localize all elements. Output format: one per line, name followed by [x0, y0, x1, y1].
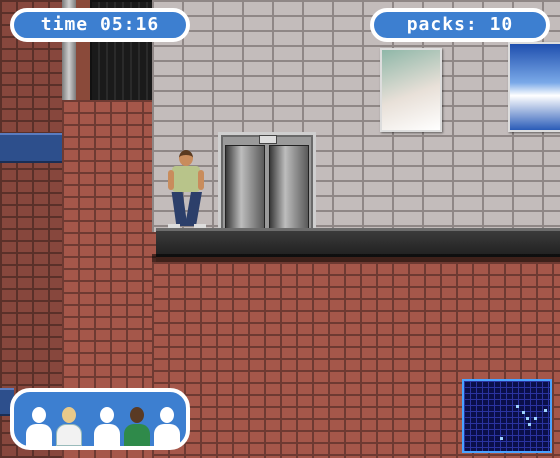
- minimap-marker: [534, 417, 537, 420]
- blue-poster: [508, 42, 560, 132]
- graffiti-poster: [380, 48, 442, 132]
- player-character: [166, 150, 208, 230]
- packs-value: 10: [489, 14, 514, 35]
- elevator-door-right: [269, 145, 309, 231]
- rooftop-ledge: [156, 228, 560, 257]
- minimap-marker: [500, 437, 503, 440]
- timer-display: time 05:16: [10, 8, 190, 42]
- character-slot-3[interactable]: [94, 407, 120, 446]
- left-blue-awning: [0, 133, 62, 163]
- minimap-marker: [522, 411, 525, 414]
- minimap-marker: [528, 423, 531, 426]
- minimap: [462, 379, 552, 453]
- ledge-shadow: [152, 254, 560, 262]
- elevator[interactable]: [218, 132, 316, 234]
- character-slot-5[interactable]: [154, 407, 180, 446]
- packs-counter: packs: 10: [370, 8, 550, 42]
- minimap-marker: [544, 409, 547, 412]
- elevator-door-left: [225, 145, 265, 231]
- packs-label: packs:: [406, 14, 478, 35]
- minimap-marker: [526, 417, 529, 420]
- character-slot-1[interactable]: [26, 407, 52, 446]
- character-select-panel: [10, 388, 190, 450]
- timer-label: time: [40, 14, 89, 35]
- timer-value: 05:16: [100, 14, 160, 35]
- character-slot-2-active[interactable]: [56, 407, 82, 446]
- character-slot-4-active[interactable]: [124, 407, 150, 446]
- elevator-indicator: [259, 135, 277, 144]
- minimap-marker: [516, 405, 519, 408]
